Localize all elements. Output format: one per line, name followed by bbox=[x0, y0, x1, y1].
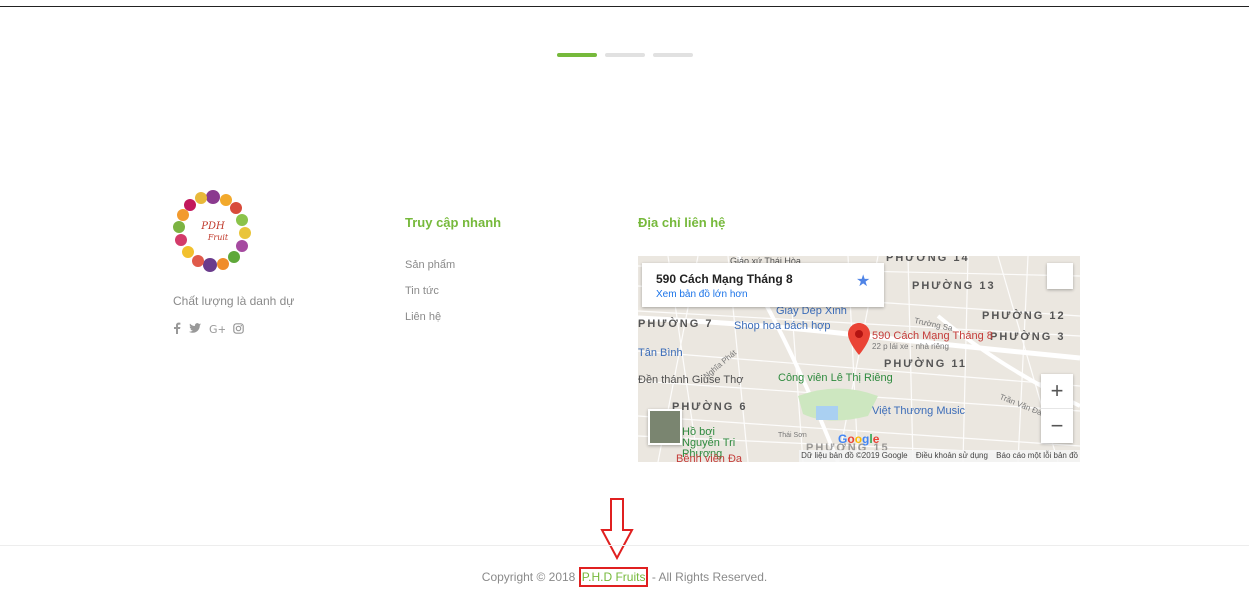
quick-link-products[interactable]: Sản phẩm bbox=[405, 258, 455, 284]
copyright-prefix: Copyright © 2018 bbox=[481, 570, 579, 584]
top-divider bbox=[0, 6, 1249, 7]
map-label-phuong-7: PHƯỜNG 7 bbox=[638, 318, 714, 330]
svg-text:PDH: PDH bbox=[200, 221, 225, 232]
facebook-icon[interactable] bbox=[173, 322, 181, 334]
map-attribution: Dữ liệu bản đồ ©2019 Google Điều khoản s… bbox=[799, 450, 1080, 462]
google-logo: Google bbox=[838, 432, 880, 446]
copyright-suffix: - All Rights Reserved. bbox=[648, 570, 768, 584]
carousel-dots bbox=[557, 53, 693, 57]
annotation-arrow bbox=[600, 498, 634, 560]
map-terms-link[interactable]: Điều khoản sử dụng bbox=[916, 451, 988, 460]
map-label-phuong-3: PHƯỜNG 3 bbox=[990, 331, 1066, 343]
map-report-link[interactable]: Báo cáo một lỗi bản đồ bbox=[996, 451, 1078, 460]
google-plus-icon[interactable]: G+ bbox=[209, 323, 225, 334]
map-marker-sublabel: 22 p lái xe · nhà riêng bbox=[872, 342, 949, 351]
save-star-icon[interactable]: ★ bbox=[856, 271, 870, 291]
quick-link-news[interactable]: Tin tức bbox=[405, 284, 455, 310]
svg-text:G+: G+ bbox=[209, 323, 225, 334]
instagram-icon[interactable] bbox=[233, 322, 244, 334]
map-label-phuong-13: PHƯỜNG 13 bbox=[912, 280, 996, 292]
brand-link[interactable]: P.H.D Fruits bbox=[578, 567, 649, 587]
footer-divider bbox=[0, 545, 1249, 546]
zoom-in-button[interactable]: + bbox=[1041, 374, 1073, 408]
svg-text:Fruit: Fruit bbox=[207, 233, 229, 242]
map-data-credit: Dữ liệu bản đồ ©2019 Google bbox=[801, 451, 908, 460]
embedded-map[interactable]: Giáo xứ Thái Hòa PHƯỜNG 14 PHƯỜNG 13 PHƯ… bbox=[638, 256, 1080, 462]
map-label-phuong-6: PHƯỜNG 6 bbox=[672, 401, 748, 413]
quick-link-contact[interactable]: Liên hệ bbox=[405, 310, 455, 336]
carousel-dot-2[interactable] bbox=[605, 53, 645, 57]
quick-links-list: Sản phẩm Tin tức Liên hệ bbox=[405, 258, 455, 336]
map-poi-viet-thuong: Việt Thương Music bbox=[872, 405, 966, 417]
contact-title: Địa chỉ liên hệ bbox=[638, 215, 726, 230]
map-poi-shop-hoa: Shop hoa bách hợp bbox=[734, 320, 831, 332]
map-marker-label: 590 Cách Mạng Tháng 8 bbox=[872, 330, 993, 342]
map-satellite-toggle[interactable] bbox=[648, 409, 682, 445]
twitter-icon[interactable] bbox=[189, 322, 201, 334]
map-poi-cong-vien: Công viên Lê Thị Riêng bbox=[778, 372, 893, 384]
map-place-name: 590 Cách Mạng Tháng 8 bbox=[656, 272, 793, 286]
map-info-card: 590 Cách Mạng Tháng 8 Xem bản đồ lớn hơn… bbox=[642, 263, 884, 307]
map-zoom-controls: + − bbox=[1041, 374, 1073, 443]
map-poi-benh-vien: Bệnh viện Đa bbox=[676, 453, 743, 462]
brand-tagline: Chất lượng là danh dự bbox=[173, 294, 295, 308]
view-larger-map-link[interactable]: Xem bản đồ lớn hơn bbox=[656, 289, 748, 300]
map-label-phuong-14: PHƯỜNG 14 bbox=[886, 256, 970, 264]
zoom-out-button[interactable]: − bbox=[1041, 409, 1073, 443]
map-label-tan-binh: Tân Bình bbox=[638, 347, 683, 359]
carousel-dot-3[interactable] bbox=[653, 53, 693, 57]
copyright: Copyright © 2018 P.H.D Fruits - All Righ… bbox=[0, 567, 1249, 587]
map-label-phuong-12: PHƯỜNG 12 bbox=[982, 310, 1066, 322]
social-links: G+ bbox=[173, 322, 244, 334]
map-label-thai-son: Thái Sơn bbox=[778, 432, 807, 439]
map-label-phuong-11: PHƯỜNG 11 bbox=[884, 358, 967, 370]
map-poi-nha-tho: Đền thánh Giuse Thợ bbox=[638, 374, 744, 386]
quick-links-title: Truy cập nhanh bbox=[405, 215, 502, 230]
map-marker-icon[interactable] bbox=[848, 323, 870, 355]
carousel-dot-1[interactable] bbox=[557, 53, 597, 57]
map-fullscreen-button[interactable] bbox=[1047, 263, 1073, 289]
page: PDH Fruit Chất lượng là danh dự G+ Truy … bbox=[0, 0, 1249, 598]
brand-logo[interactable]: PDH Fruit bbox=[168, 185, 258, 275]
